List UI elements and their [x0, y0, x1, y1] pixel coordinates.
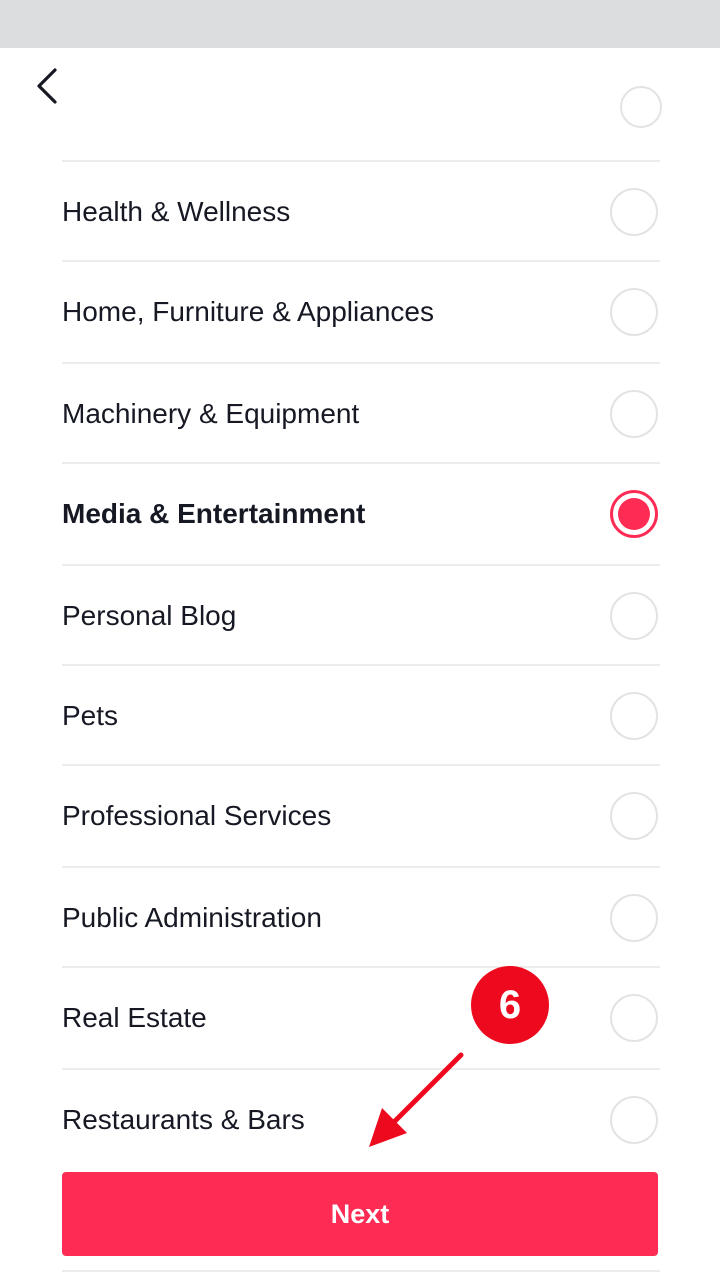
category-row[interactable]: Home, Furniture & Appliances	[62, 262, 660, 362]
category-label: Home, Furniture & Appliances	[62, 296, 434, 327]
radio-button[interactable]	[610, 894, 658, 942]
app-screen: Health & Wellness Home, Furniture & Appl…	[0, 0, 720, 1280]
radio-button-partial[interactable]	[620, 86, 662, 128]
category-row[interactable]: Media & Entertainment	[62, 464, 660, 564]
radio-button[interactable]	[610, 994, 658, 1042]
category-label: Restaurants & Bars	[62, 1104, 305, 1135]
radio-button[interactable]	[610, 490, 658, 538]
category-label: Machinery & Equipment	[62, 398, 360, 429]
category-row[interactable]: Restaurants & Bars	[62, 1070, 660, 1170]
radio-button[interactable]	[610, 188, 658, 236]
category-row[interactable]: Public Administration	[62, 868, 660, 968]
radio-button[interactable]	[610, 288, 658, 336]
category-row[interactable]: Personal Blog	[62, 566, 660, 666]
radio-button[interactable]	[610, 792, 658, 840]
category-row[interactable]: Real Estate	[62, 968, 660, 1068]
category-label: Health & Wellness	[62, 196, 291, 227]
category-label: Real Estate	[62, 1002, 207, 1033]
radio-button[interactable]	[610, 390, 658, 438]
category-label: Pets	[62, 700, 119, 731]
category-row[interactable]: Professional Services	[62, 766, 660, 866]
category-label: Personal Blog	[62, 600, 237, 631]
category-label: Media & Entertainment	[62, 498, 366, 529]
category-row[interactable]: Health & Wellness	[62, 162, 660, 262]
step-number-badge: 6	[471, 966, 549, 1044]
category-label: Public Administration	[62, 902, 322, 933]
category-row[interactable]: Machinery & Equipment	[62, 364, 660, 464]
divider	[62, 1270, 660, 1272]
category-list: Health & Wellness Home, Furniture & Appl…	[62, 0, 662, 1280]
radio-button[interactable]	[610, 592, 658, 640]
category-label: Professional Services	[62, 800, 332, 831]
category-row[interactable]: Pets	[62, 666, 660, 766]
radio-button[interactable]	[610, 692, 658, 740]
radio-button[interactable]	[610, 1096, 658, 1144]
chevron-left-icon	[37, 68, 57, 104]
next-button[interactable]: Next	[62, 1172, 658, 1256]
